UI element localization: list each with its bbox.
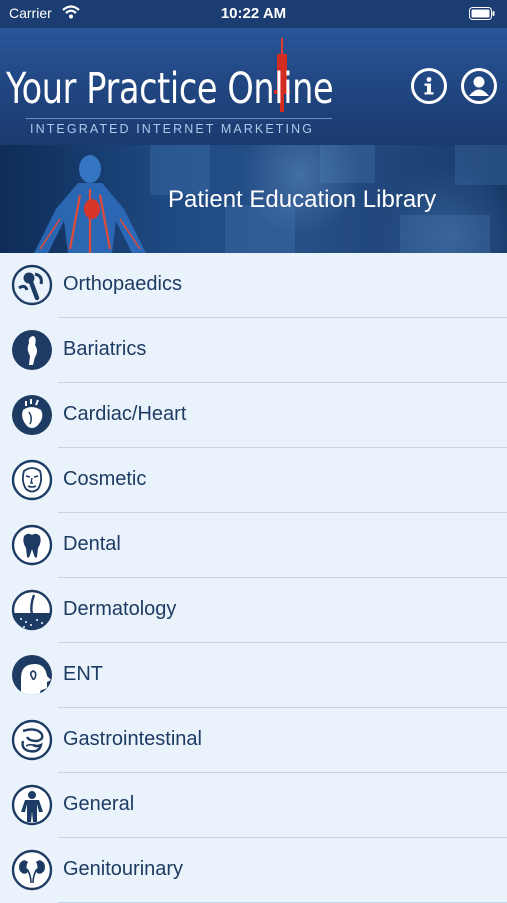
banner-tile [320, 145, 375, 183]
logo-divider [26, 118, 332, 119]
clock: 10:22 AM [220, 5, 287, 22]
list-item-label: Dermatology [63, 598, 177, 620]
banner-title: Patient Education Library [168, 186, 437, 213]
practice-logo: Your Practice Online INTEGRATED INTERNET… [6, 38, 346, 144]
status-bar: Carrier 10:22 AM [0, 0, 507, 28]
list-item-genitourinary[interactable]: Genitourinary [0, 838, 507, 903]
logo-subtitle: INTEGRATED INTERNET MARKETING [30, 122, 315, 136]
list-item-label: Gastrointestinal [63, 728, 202, 750]
category-list: Orthopaedics Bariatrics Cardiac/Heart Co… [0, 253, 507, 903]
user-icon [469, 76, 489, 96]
list-item-label: Bariatrics [63, 338, 147, 360]
anatomy-figure-icon [34, 155, 146, 253]
list-item-label: ENT [63, 663, 103, 685]
list-item-cardiac-heart[interactable]: Cardiac/Heart [0, 383, 507, 448]
banner-tile [400, 215, 490, 253]
info-button[interactable] [411, 68, 447, 104]
head-profile-icon [12, 655, 52, 695]
face-icon [11, 459, 53, 501]
app-header: Your Practice Online INTEGRATED INTERNET… [0, 28, 507, 145]
list-item-general[interactable]: General [0, 773, 507, 838]
list-item-cosmetic[interactable]: Cosmetic [0, 448, 507, 513]
battery-icon [469, 7, 495, 25]
body-silhouette-icon [12, 330, 52, 370]
list-item-label: Dental [63, 533, 121, 555]
list-item-label: General [63, 793, 135, 815]
list-item-dermatology[interactable]: Dermatology [0, 578, 507, 643]
skin-hair-icon [11, 589, 53, 631]
list-item-label: Orthopaedics [63, 273, 182, 295]
list-item-orthopaedics[interactable]: Orthopaedics [0, 253, 507, 318]
list-item-label: Cardiac/Heart [63, 403, 187, 425]
human-figure-icon [11, 784, 53, 826]
list-item-ent[interactable]: ENT [0, 643, 507, 708]
stomach-icon [11, 719, 53, 761]
heart-icon [12, 395, 52, 435]
logo-title: Your Practice Online [6, 64, 334, 114]
list-item-label: Cosmetic [63, 468, 147, 490]
list-item-dental[interactable]: Dental [0, 513, 507, 578]
account-button[interactable] [461, 68, 497, 104]
banner-tile [455, 145, 507, 185]
library-banner: Patient Education Library [0, 145, 507, 253]
list-item-gastrointestinal[interactable]: Gastrointestinal [0, 708, 507, 773]
list-item-label: Genitourinary [63, 858, 184, 880]
kidney-icon [11, 849, 53, 891]
list-item-bariatrics[interactable]: Bariatrics [0, 318, 507, 383]
info-icon [424, 77, 434, 95]
tooth-icon [11, 524, 53, 566]
joint-icon [11, 264, 53, 306]
